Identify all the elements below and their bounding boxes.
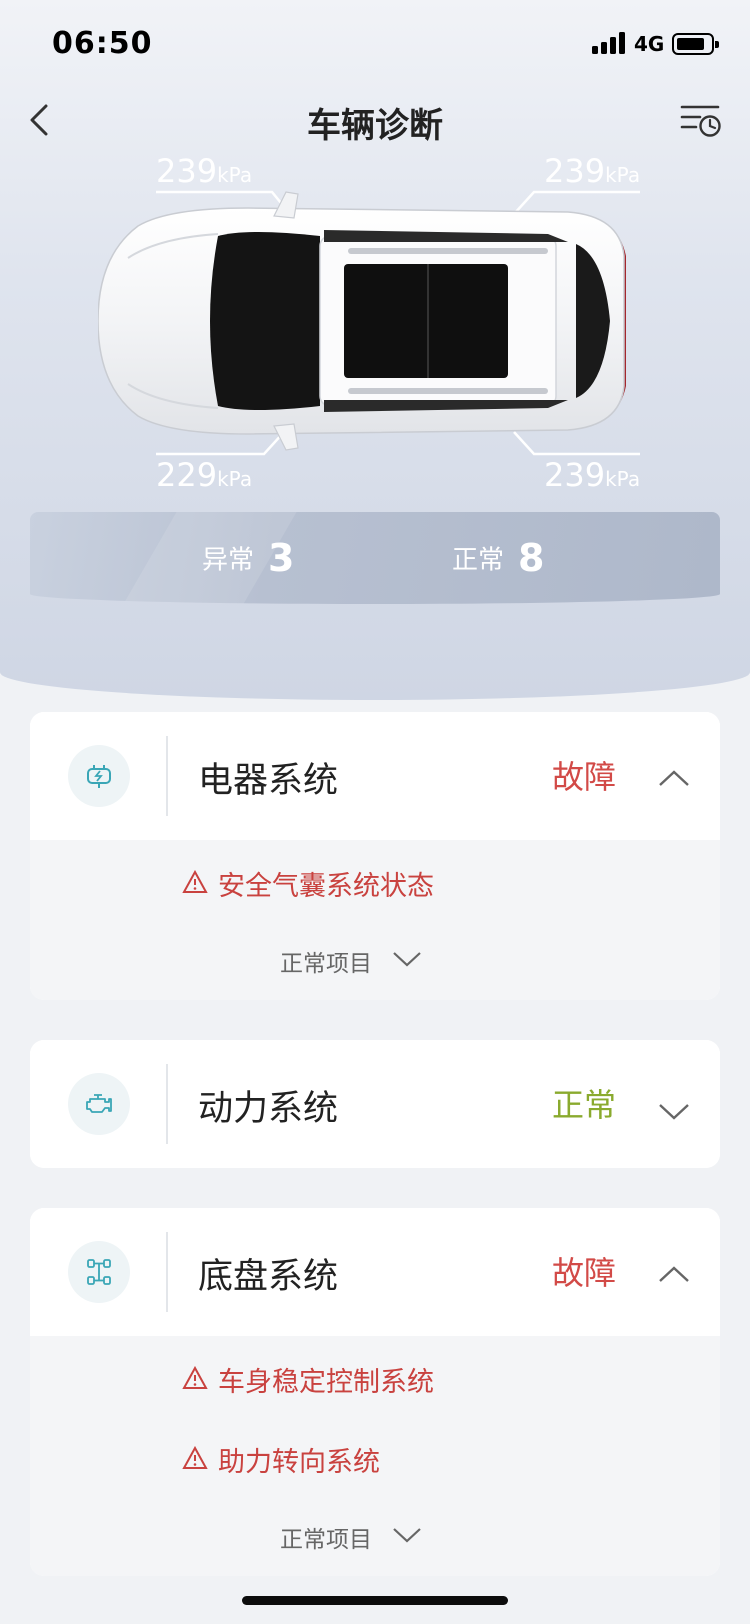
warning-triangle-icon bbox=[182, 1446, 208, 1469]
system-status: 正常 bbox=[552, 1086, 617, 1124]
battery-plug-icon bbox=[68, 745, 130, 807]
system-card-header[interactable]: 底盘系统 故障 bbox=[30, 1208, 720, 1336]
system-card-powertrain: 动力系统 正常 bbox=[30, 1040, 720, 1168]
system-card-header[interactable]: 电器系统 故障 bbox=[30, 712, 720, 840]
normal-items-toggle[interactable]: 正常项目 bbox=[280, 944, 480, 978]
system-card-header[interactable]: 动力系统 正常 bbox=[30, 1040, 720, 1168]
chevron-down-icon bbox=[393, 952, 421, 967]
history-list-icon[interactable] bbox=[680, 102, 722, 138]
chassis-icon bbox=[68, 1241, 130, 1303]
tyre-pressure-rear-right: 239kPa bbox=[544, 456, 641, 494]
normal-items-toggle[interactable]: 正常项目 bbox=[280, 1520, 480, 1554]
page-title: 车辆诊断 bbox=[307, 106, 443, 146]
diagnosis-summary: 异常 3 正常 8 bbox=[30, 512, 720, 604]
system-card-body: 车身稳定控制系统 助力转向系统 正常项目 bbox=[30, 1336, 720, 1576]
tyre-pressure-rear-left: 229kPa bbox=[156, 456, 253, 494]
status-time: 06:50 bbox=[52, 26, 153, 61]
engine-icon bbox=[68, 1073, 130, 1135]
signal-strength-icon bbox=[592, 32, 626, 54]
system-status: 故障 bbox=[552, 1254, 617, 1292]
system-title: 电器系统 bbox=[198, 761, 339, 801]
chevron-up-icon[interactable] bbox=[658, 1264, 690, 1284]
battery-icon bbox=[672, 33, 719, 55]
car-top-view bbox=[98, 191, 626, 451]
tyre-pressure-front-right: 239kPa bbox=[544, 152, 641, 190]
warning-triangle-icon bbox=[182, 870, 208, 893]
system-status: 故障 bbox=[552, 758, 617, 796]
normal-count[interactable]: 正常 8 bbox=[452, 536, 544, 580]
warning-triangle-icon bbox=[182, 1366, 208, 1389]
status-bar: 06:50 4G bbox=[0, 0, 750, 90]
system-title: 动力系统 bbox=[198, 1089, 339, 1129]
system-title: 底盘系统 bbox=[198, 1257, 339, 1297]
network-label: 4G bbox=[634, 32, 665, 56]
chevron-down-icon bbox=[393, 1528, 421, 1543]
chevron-up-icon[interactable] bbox=[658, 768, 690, 788]
tyre-pressure-front-left: 239kPa bbox=[156, 152, 253, 190]
system-card-electrical: 电器系统 故障 安全气囊系统状态 正常项目 bbox=[30, 712, 720, 1000]
chevron-down-icon[interactable] bbox=[658, 1102, 690, 1122]
system-card-chassis: 底盘系统 故障 车身稳定控制系统 助力转向系统 正常项目 bbox=[30, 1208, 720, 1576]
abnormal-count[interactable]: 异常 3 bbox=[202, 536, 294, 580]
system-card-body: 安全气囊系统状态 正常项目 bbox=[30, 840, 720, 1000]
home-indicator[interactable] bbox=[242, 1596, 508, 1605]
